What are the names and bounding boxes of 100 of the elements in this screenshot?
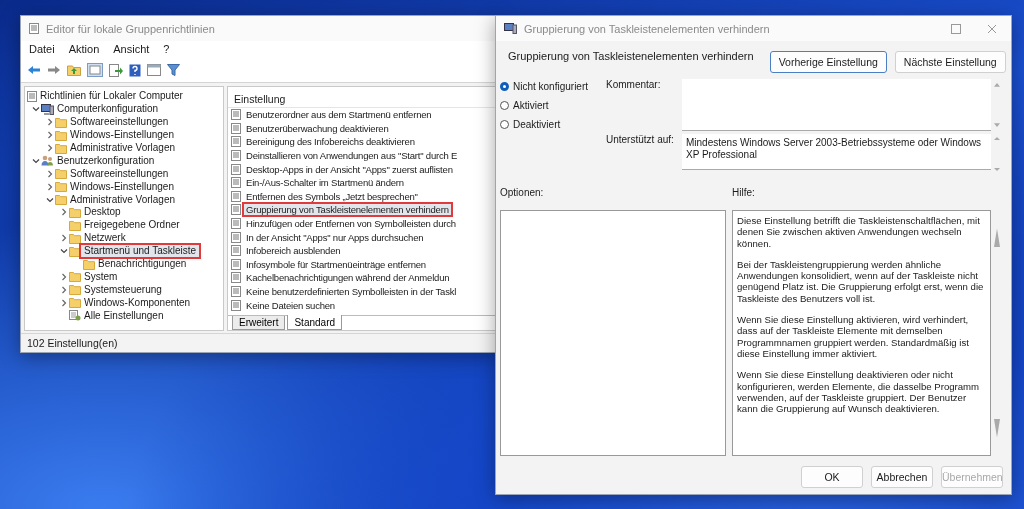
tree-item[interactable]: Windows-Komponenten <box>81 296 194 309</box>
app-icon <box>504 23 517 34</box>
supported-platforms-text: Mindestens Windows Server 2003-Betriebssysteme oder Windows XP Professional <box>682 134 991 170</box>
tree-item[interactable]: Netzwerk <box>81 232 129 245</box>
expand-chevron[interactable] <box>45 117 55 128</box>
setting-item[interactable]: Benutzerordner aus dem Startmenü entfernen <box>244 109 434 121</box>
menu-item[interactable]: ? <box>163 43 170 55</box>
tree-item[interactable]: Richtlinien für Lokaler Computer <box>37 90 186 103</box>
tree-item[interactable]: Benachrichtigungen <box>95 258 190 270</box>
folder-up-icon[interactable] <box>67 64 81 76</box>
close-icon[interactable] <box>987 23 997 34</box>
tree-item[interactable]: Administrative Vorlagen <box>67 193 179 206</box>
policy-document-icon <box>231 272 241 284</box>
folder-icon <box>69 297 81 309</box>
policy-document-icon <box>231 109 241 121</box>
policy-document-icon <box>231 299 241 311</box>
radio-option[interactable]: Nicht konfiguriert <box>500 81 602 92</box>
policy-document-icon <box>231 218 241 230</box>
supported-label: Unterstützt auf: <box>606 134 675 147</box>
setting-item[interactable]: Ein-/Aus-Schalter im Startmenü ändern <box>244 177 406 189</box>
app-icon <box>29 23 39 34</box>
settings-list-icon <box>69 310 81 322</box>
console-tree-icon[interactable] <box>87 63 103 77</box>
tree-item[interactable]: Startmenü und Taskleiste <box>81 245 200 258</box>
folder-icon <box>69 219 81 231</box>
computer-icon <box>41 103 54 115</box>
menu-item[interactable]: Aktion <box>68 43 100 55</box>
setting-item[interactable]: Keine Dateien suchen <box>244 299 337 311</box>
policy-scroll-icon <box>27 90 37 102</box>
tree-item[interactable]: System <box>81 270 121 283</box>
help-paragraph: Wenn Sie diese Einstellung aktivieren, wird verhindert, dass auf der Taskleiste Elemente mit demselben Programmnamen gruppiert werden. Standardmäßig ist diese Einstellung immer aktiviert. <box>737 314 970 360</box>
navigation-button[interactable]: Nächste Einstellung <box>894 51 1006 73</box>
folder-icon <box>69 232 81 244</box>
dialog-button[interactable]: Abbrechen <box>871 466 933 488</box>
expand-chevron[interactable] <box>45 168 55 179</box>
setting-item[interactable]: Entfernen des Symbols „Jetzt besprechen" <box>244 190 420 202</box>
menu-item[interactable]: Ansicht <box>113 43 150 55</box>
tree-item[interactable]: Administrative Vorlagen <box>67 142 179 154</box>
tree-item[interactable]: Windows-Einstellungen <box>67 180 177 193</box>
dialog-button[interactable]: OK <box>801 466 863 488</box>
expand-chevron[interactable] <box>45 181 55 192</box>
expand-chevron[interactable] <box>59 271 69 282</box>
filter-icon[interactable] <box>167 64 180 76</box>
properties-icon[interactable] <box>147 64 161 76</box>
folder-icon <box>55 168 67 180</box>
menu-item[interactable]: Datei <box>29 43 55 55</box>
radio-option[interactable]: Aktiviert <box>500 100 602 111</box>
setting-item[interactable]: Keine benutzerdefinierten Symbolleisten in der Taskl <box>244 286 459 297</box>
help-icon[interactable] <box>129 63 141 77</box>
help-paragraph: Diese Einstellung betrifft die Taskleistenschaltflächen, mit denen Sie zwischen aktiven Anwendungen wechseln können. <box>737 215 981 249</box>
folder-icon <box>55 142 67 154</box>
navigation-button[interactable]: Vorherige Einstellung <box>769 51 887 73</box>
user-group-icon <box>41 155 54 167</box>
radio-option[interactable]: Deaktiviert <box>500 119 602 130</box>
setting-item[interactable]: Kachelbenachrichtigungen während der Anmeldun <box>244 272 452 284</box>
folder-icon <box>55 194 67 206</box>
expand-chevron[interactable] <box>59 233 69 244</box>
forward-arrow-icon[interactable] <box>47 65 61 75</box>
policy-document-icon <box>231 136 241 148</box>
setting-item[interactable]: Bereinigung des Infobereichs deaktivieren <box>244 136 417 148</box>
tree-item[interactable]: Benutzerkonfiguration <box>54 154 158 167</box>
view-tab[interactable]: Standard <box>287 315 343 330</box>
tree-item[interactable]: Softwareeinstellungen <box>67 167 172 180</box>
folder-icon <box>69 284 81 296</box>
tree-item[interactable]: Computerkonfiguration <box>54 103 162 116</box>
expand-chevron[interactable] <box>59 207 69 218</box>
tree-item[interactable]: Softwareeinstellungen <box>67 116 172 129</box>
tree-item[interactable]: Windows-Einstellungen <box>67 129 177 142</box>
setting-item[interactable]: Infosymbole für Startmenüeinträge entfernen <box>244 258 428 270</box>
tree-item[interactable]: Desktop <box>81 206 124 219</box>
tree-item[interactable]: Alle Einstellungen <box>81 309 167 322</box>
policy-document-icon <box>231 286 241 297</box>
policy-document-icon <box>231 190 241 202</box>
setting-item[interactable]: In der Ansicht "Apps" nur Apps durchsuchen <box>244 231 426 243</box>
setting-item[interactable]: Gruppierung von Taskleistenelementen verhindern <box>244 204 451 216</box>
setting-item[interactable]: Benutzerüberwachung deaktivieren <box>244 122 391 134</box>
help-label: Hilfe: <box>732 186 756 200</box>
help-paragraph: Wenn Sie diese Einstellung deaktivieren oder nicht konfigurieren, werden Elemente, die dasselbe Programm verwenden, auf der Taskleiste gruppiert. Der Benutzer kann die Gruppierung auf Wunsch deaktivieren. <box>737 369 981 415</box>
comment-field[interactable] <box>682 79 991 131</box>
policy-document-icon <box>231 258 241 270</box>
maximize-icon[interactable] <box>951 23 961 34</box>
setting-item[interactable]: Infobereich ausblenden <box>244 245 343 257</box>
expand-chevron[interactable] <box>59 297 69 308</box>
tree-item[interactable]: Systemsteuerung <box>81 283 165 296</box>
policy-document-icon <box>231 204 241 216</box>
expand-chevron[interactable] <box>45 130 55 141</box>
expand-chevron[interactable] <box>45 143 55 153</box>
view-tab[interactable]: Erweitert <box>232 316 286 330</box>
tree-item[interactable]: Freigegebene Ordner <box>81 219 183 232</box>
policy-document-icon <box>231 150 241 162</box>
export-list-icon[interactable] <box>109 63 123 77</box>
window-title: Editor für lokale Gruppenrichtlinien <box>46 22 215 35</box>
policy-heading: Gruppierung von Taskleistenelementen verhindern <box>508 50 754 62</box>
setting-item[interactable]: Hinzufügen oder Entfernen von Symbolleisten durch <box>244 218 458 230</box>
policy-document-icon <box>231 245 241 257</box>
setting-item[interactable]: Desktop-Apps in der Ansicht "Apps" zuerst auflisten <box>244 163 455 175</box>
expand-chevron[interactable] <box>59 284 69 295</box>
back-arrow-icon[interactable] <box>27 65 41 75</box>
policy-document-icon <box>231 177 241 189</box>
setting-item[interactable]: Deinstallieren von Anwendungen aus "Start" durch E <box>244 150 460 162</box>
